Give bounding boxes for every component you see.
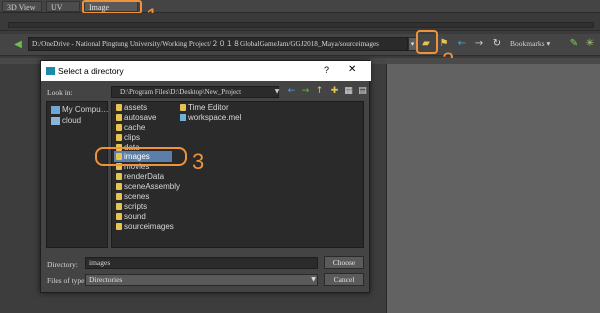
parent-directory-icon[interactable]: ↑ — [314, 86, 325, 97]
highlight-box-2 — [416, 30, 438, 54]
settings-icon[interactable]: ✳ — [584, 38, 596, 50]
choose-button[interactable]: Choose — [324, 256, 364, 269]
bookmarks-label: Bookmarks — [510, 39, 545, 48]
draw-icon[interactable]: ✎ — [568, 38, 580, 50]
highlight-box-1 — [82, 0, 142, 14]
back-arrow-icon[interactable]: ← — [456, 38, 468, 50]
computer-icon — [51, 106, 60, 114]
chevron-down-icon[interactable]: ▼ — [273, 86, 281, 98]
places-sidebar: My Compu… cloud — [46, 101, 109, 248]
folder-icon — [116, 173, 122, 180]
new-folder-icon[interactable]: ✚ — [329, 86, 340, 97]
image-preview-pane — [386, 58, 600, 313]
list-item[interactable]: sound — [124, 212, 146, 222]
arrow-left-icon[interactable]: ◀ — [12, 39, 24, 51]
chevron-down-icon[interactable]: ▼ — [309, 274, 318, 286]
look-in-combo[interactable]: D:\Program Files\D:\Desktop\New_Project — [111, 86, 279, 98]
highlight-box-3 — [95, 147, 187, 166]
list-item[interactable]: renderData — [124, 172, 164, 182]
files-of-type-select[interactable]: Directories — [85, 274, 318, 286]
look-in-label: Look in: — [47, 88, 73, 97]
list-item[interactable]: sourceimages — [124, 222, 174, 232]
folder-icon — [116, 213, 122, 220]
list-item[interactable]: scripts — [124, 202, 147, 212]
callout-number-3: 3 — [192, 149, 205, 174]
image-preview-header — [386, 58, 600, 64]
directory-label: Directory: — [47, 260, 78, 269]
list-item[interactable]: workspace.mel — [188, 113, 241, 123]
list-item[interactable]: Time Editor — [188, 103, 229, 113]
folder-icon — [180, 104, 186, 111]
folder-icon — [116, 134, 122, 141]
path-field[interactable]: D:/OneDrive - National Pingtung Universi… — [28, 37, 408, 51]
folder-icon — [116, 193, 122, 200]
tab-3d-view[interactable]: 3D View — [2, 1, 42, 12]
file-list: assets autosave cache clips data images … — [111, 101, 364, 248]
folder-icon — [116, 183, 122, 190]
sidebar-item-cloud[interactable]: cloud — [62, 116, 81, 126]
forward-icon[interactable]: → — [300, 86, 311, 97]
timeline-bar[interactable] — [8, 22, 594, 28]
list-item[interactable]: cache — [124, 123, 145, 133]
directory-input[interactable]: images — [85, 257, 318, 269]
bookmarks-menu[interactable]: Bookmarks ▾ — [510, 38, 560, 50]
folder-icon — [116, 203, 122, 210]
detail-view-icon[interactable]: ▤ — [357, 86, 368, 97]
help-button[interactable]: ? — [324, 65, 329, 75]
folder-icon — [116, 223, 122, 230]
cloud-icon — [51, 117, 60, 125]
maya-logo-icon — [46, 67, 55, 75]
cancel-button[interactable]: Cancel — [324, 273, 364, 286]
mel-file-icon — [180, 114, 186, 121]
files-of-type-label: Files of type: — [47, 276, 87, 285]
forward-arrow-icon[interactable]: → — [473, 38, 485, 50]
folder-icon — [116, 114, 122, 121]
list-item[interactable]: scenes — [124, 192, 149, 202]
folder-icon — [116, 104, 122, 111]
folder-icon — [116, 124, 122, 131]
list-item[interactable]: autosave — [124, 113, 156, 123]
list-view-icon[interactable]: ▦ — [343, 86, 354, 97]
select-directory-dialog: Select a directory ? ✕ Look in: D:\Progr… — [40, 60, 371, 293]
list-item[interactable]: sceneAssembly — [124, 182, 180, 192]
refresh-icon[interactable]: ↻ — [491, 38, 503, 50]
close-button[interactable]: ✕ — [348, 64, 356, 75]
dialog-title: Select a directory — [58, 66, 124, 76]
list-item[interactable]: assets — [124, 103, 147, 113]
sidebar-item-my-computer[interactable]: My Compu… — [62, 105, 109, 115]
tab-uv-view[interactable]: UV View — [46, 1, 80, 23]
back-icon[interactable]: ← — [286, 86, 297, 97]
list-item[interactable]: clips — [124, 133, 140, 143]
